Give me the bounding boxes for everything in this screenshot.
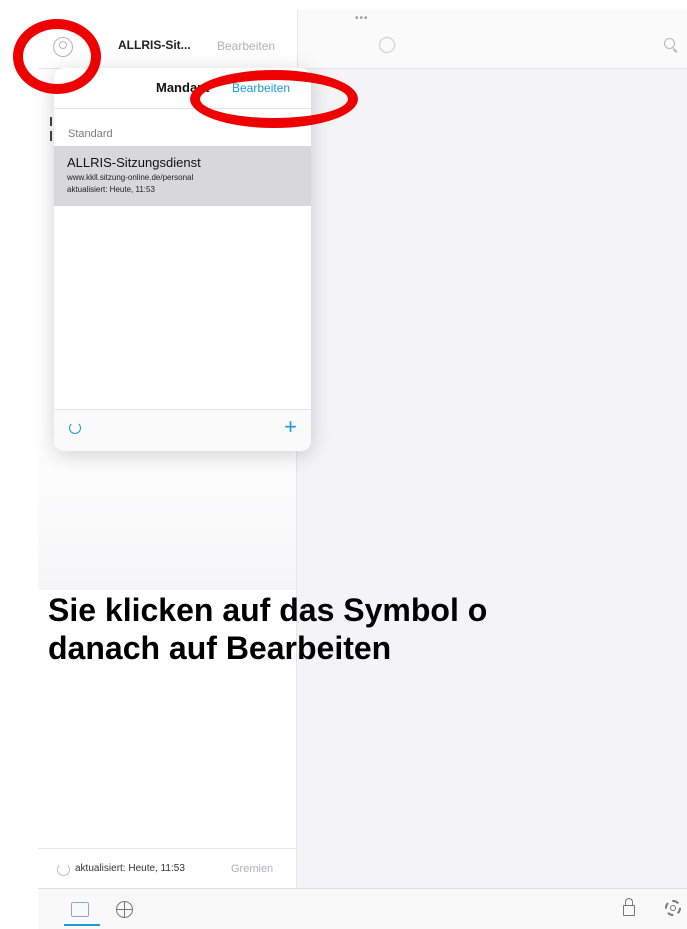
caption-line-2: danach auf Bearbeiten	[48, 630, 392, 666]
gear-icon[interactable]	[665, 900, 681, 916]
app-frame: ••• ALLRIS-Sit... Bearbeiten Mandant Bea…	[0, 0, 687, 929]
caption-line-1: Sie klicken auf das Symbol o	[48, 592, 488, 628]
tab-bar	[38, 888, 687, 929]
lock-icon[interactable]	[623, 898, 635, 916]
tab-selected-indicator	[64, 924, 100, 926]
multitask-dots[interactable]: •••	[355, 13, 369, 24]
section-label: Standard	[68, 128, 113, 140]
status-refresh-icon[interactable]	[57, 863, 70, 876]
page-title: ALLRIS-Sit...	[118, 38, 191, 52]
detail-pane	[297, 10, 687, 888]
plus-icon[interactable]: +	[284, 416, 297, 438]
list-item[interactable]: ALLRIS-Sitzungsdienst www.kkll.sitzung-o…	[54, 146, 311, 206]
annotation-circle-edit	[190, 70, 358, 128]
status-updated: aktualisiert: Heute, 11:53	[75, 863, 185, 874]
mandant-name: ALLRIS-Sitzungsdienst	[67, 155, 201, 170]
mandant-url: www.kkll.sitzung-online.de/personal	[67, 173, 194, 182]
sidebar-fade	[38, 430, 296, 590]
sidebar-edge-mark	[50, 131, 52, 141]
status-bar: aktualisiert: Heute, 11:53 Gremien	[38, 848, 296, 889]
mandant-updated: aktualisiert: Heute, 11:53	[67, 185, 155, 194]
phone-icon[interactable]	[379, 37, 395, 53]
sidebar-edge-mark	[50, 117, 52, 126]
calendar-icon[interactable]	[71, 902, 89, 917]
popover-footer: +	[54, 409, 311, 451]
search-icon[interactable]	[664, 38, 675, 49]
edit-button-top[interactable]: Bearbeiten	[217, 39, 275, 53]
refresh-icon[interactable]	[69, 422, 81, 434]
gremien-button[interactable]: Gremien	[231, 863, 273, 875]
globe-icon[interactable]	[116, 901, 133, 918]
annotation-circle-avatar	[13, 19, 101, 94]
